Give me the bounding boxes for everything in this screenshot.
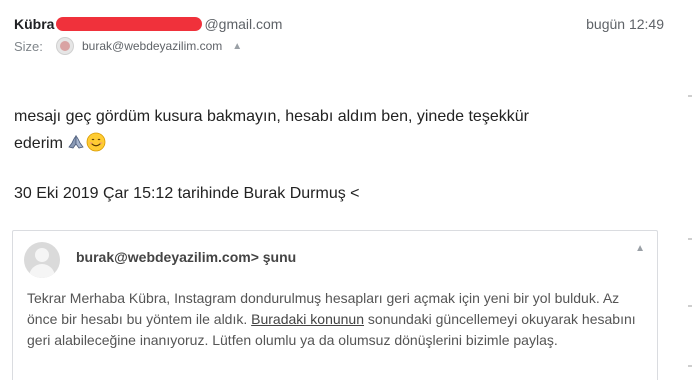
quoted-message: burak@webdeyazilim.com> şunu ▲ Tekrar Me… xyxy=(12,230,658,380)
message-timestamp: bugün 12:49 xyxy=(586,16,664,32)
scrollbar-mark xyxy=(688,365,692,367)
recipient-row: Size: burak@webdeyazilim.com ▲ xyxy=(14,36,242,56)
recipient-address[interactable]: burak@webdeyazilim.com xyxy=(82,39,222,53)
avatar-shoulders xyxy=(29,264,55,278)
folded-hands-icon xyxy=(67,132,85,149)
redaction-mark xyxy=(56,17,203,31)
quoted-sender-avatar xyxy=(24,242,60,278)
message-line-2: ederim xyxy=(14,130,654,157)
reply-attribution: 30 Eki 2019 Çar 15:12 tarihinde Burak Du… xyxy=(14,185,360,202)
sender-row: Kübra @gmail.com xyxy=(14,14,282,34)
collapse-chevron-icon[interactable]: ▲ xyxy=(635,243,645,254)
message-line-1: mesajı geç gördüm kusura bakmayın, hesab… xyxy=(14,108,529,125)
smiling-face-icon xyxy=(86,132,106,152)
recipient-label: Size: xyxy=(14,38,43,54)
chevron-up-icon[interactable]: ▲ xyxy=(232,41,242,52)
message-header: Kübra @gmail.com bugün 12:49 Size: burak… xyxy=(14,14,674,58)
avatar-head xyxy=(35,248,49,262)
quoted-link[interactable]: Buradaki konunun xyxy=(251,311,364,327)
scrollbar-mark xyxy=(688,305,692,307)
message-line-2-text: ederim xyxy=(14,135,63,152)
sender-name[interactable]: Kübra xyxy=(14,16,54,32)
scrollbar-mark xyxy=(688,238,692,240)
message-body: mesajı geç gördüm kusura bakmayın, hesab… xyxy=(14,103,654,157)
scrollbar-mark xyxy=(688,95,692,97)
quoted-sender: burak@webdeyazilim.com> şunu xyxy=(76,249,297,265)
quoted-text: Tekrar Merhaba Kübra, Instagram dondurul… xyxy=(27,288,653,351)
sender-email[interactable]: @gmail.com xyxy=(204,16,282,32)
recipient-avatar xyxy=(56,37,74,55)
